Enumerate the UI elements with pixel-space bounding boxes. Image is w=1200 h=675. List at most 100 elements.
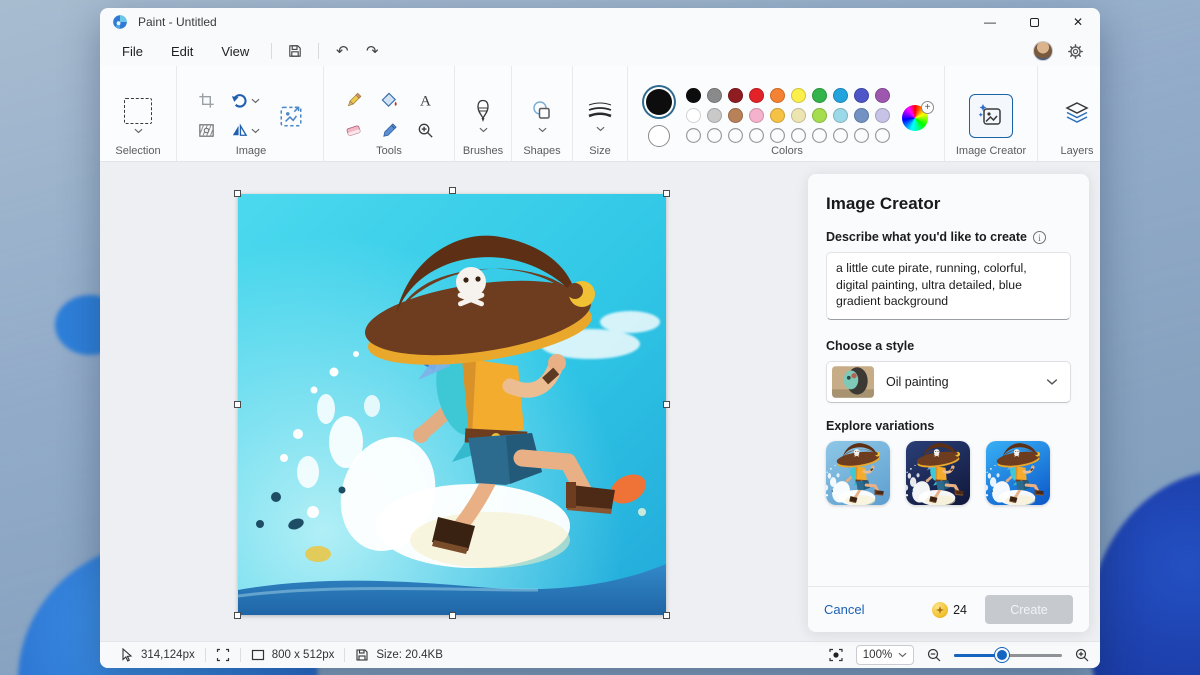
chevron-down-icon[interactable] [134,128,143,134]
magnifier-button[interactable] [410,117,440,145]
zoom-in-icon[interactable] [1074,647,1090,663]
color-picker-button[interactable] [374,117,404,145]
resize-image-button[interactable] [271,96,311,136]
prompt-input[interactable]: a little cute pirate, running, colorful,… [826,252,1071,320]
close-button[interactable]: ✕ [1056,8,1100,36]
custom-color-slot[interactable] [728,128,743,143]
zoom-level-dropdown[interactable]: 100% [856,645,914,665]
credits-indicator: 24 [932,602,967,618]
flip-button[interactable] [225,117,265,145]
selection-tool-button[interactable] [124,98,152,134]
resize-handle-bottom-left[interactable] [234,612,241,619]
custom-color-slot[interactable] [833,128,848,143]
custom-color-slot[interactable] [770,128,785,143]
color-swatch[interactable] [875,88,890,103]
pencil-button[interactable] [338,87,368,115]
save-button[interactable] [280,39,310,63]
style-dropdown[interactable]: Oil painting [826,361,1071,403]
menu-view[interactable]: View [207,40,263,63]
color-swatch[interactable] [749,88,764,103]
cancel-button[interactable]: Cancel [824,602,864,617]
variation-thumbnail[interactable] [906,441,970,505]
resize-handle-middle-right[interactable] [663,401,670,408]
color-swatch[interactable] [833,88,848,103]
brushes-button[interactable] [473,99,493,133]
line-size-icon [587,100,613,122]
zoom-slider[interactable] [954,648,1062,662]
foreground-color-swatch[interactable] [646,89,672,115]
grid-view-icon[interactable] [828,647,844,663]
color-swatch[interactable] [686,88,701,103]
resize-handle-top-middle[interactable] [449,187,456,194]
custom-color-slot[interactable] [812,128,827,143]
chevron-down-icon[interactable] [479,127,488,133]
custom-color-slot[interactable] [686,128,701,143]
text-tool-button[interactable]: A [410,87,440,115]
color-swatch[interactable] [749,108,764,123]
resize-handle-top-right[interactable] [663,190,670,197]
account-avatar[interactable] [1033,41,1053,61]
chevron-down-icon[interactable] [596,126,605,132]
variation-thumbnail[interactable] [986,441,1050,505]
custom-color-slot[interactable] [749,128,764,143]
layers-icon [1064,100,1090,126]
color-swatch[interactable] [812,108,827,123]
info-icon[interactable]: i [1033,231,1046,244]
eraser-button[interactable] [338,117,368,145]
custom-color-slot[interactable] [707,128,722,143]
minimize-button[interactable]: — [968,8,1012,36]
size-button[interactable] [587,100,613,132]
color-swatch[interactable] [707,108,722,123]
color-swatch[interactable] [686,108,701,123]
zoom-out-icon[interactable] [926,647,942,663]
fill-color-button[interactable] [374,87,404,115]
chevron-down-icon[interactable] [538,127,547,133]
rotate-icon [230,91,249,110]
menu-file[interactable]: File [108,40,157,63]
settings-gear-icon[interactable] [1067,43,1084,60]
redo-button[interactable]: ↷ [357,39,387,63]
rotate-button[interactable] [225,87,265,115]
create-button[interactable]: Create [985,595,1073,624]
remove-background-icon [197,121,216,140]
file-size: Size: 20.4KB [345,648,452,662]
edit-colors-button[interactable]: + [902,101,932,131]
ribbon-group-image: Image [177,66,324,161]
panel-footer: Cancel 24 Create [808,586,1089,632]
zoom-slider-thumb[interactable] [995,648,1009,662]
custom-color-slot[interactable] [875,128,890,143]
color-swatch[interactable] [833,108,848,123]
color-swatch[interactable] [812,88,827,103]
selection-size-icon [216,648,230,662]
resize-handle-top-left[interactable] [234,190,241,197]
undo-button[interactable]: ↶ [327,39,357,63]
custom-color-slot[interactable] [791,128,806,143]
background-color-swatch[interactable] [648,125,670,147]
layers-button[interactable] [1064,100,1090,131]
color-swatch[interactable] [854,108,869,123]
remove-background-button[interactable] [191,117,221,145]
image-creator-button[interactable] [969,94,1013,138]
resize-handle-middle-left[interactable] [234,401,241,408]
menu-edit[interactable]: Edit [157,40,207,63]
color-swatch[interactable] [770,108,785,123]
variation-thumbnail[interactable] [826,441,890,505]
resize-handle-bottom-middle[interactable] [449,612,456,619]
group-label: Layers [1060,145,1093,157]
color-swatch[interactable] [728,108,743,123]
color-swatch[interactable] [791,108,806,123]
color-swatch[interactable] [770,88,785,103]
maximize-button[interactable] [1012,8,1056,36]
crop-button[interactable] [191,87,221,115]
custom-color-slot[interactable] [854,128,869,143]
selection-size [206,648,240,662]
color-swatch[interactable] [791,88,806,103]
ribbon-group-size: Size [573,66,628,161]
color-swatch[interactable] [707,88,722,103]
color-swatch[interactable] [728,88,743,103]
canvas[interactable] [238,194,666,615]
color-swatch[interactable] [854,88,869,103]
resize-handle-bottom-right[interactable] [663,612,670,619]
color-swatch[interactable] [875,108,890,123]
shapes-button[interactable] [530,99,554,133]
